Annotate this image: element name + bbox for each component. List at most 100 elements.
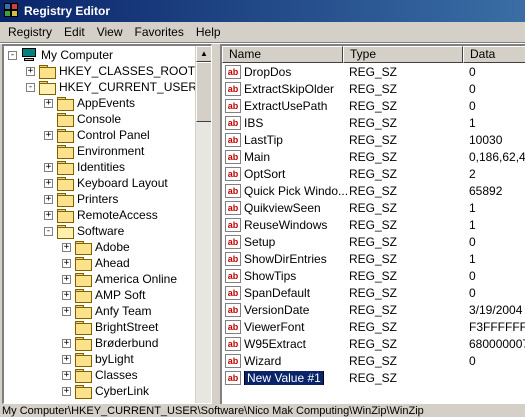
- value-data: 1: [469, 200, 476, 215]
- value-row[interactable]: ab SpanDefault REG_SZ 0: [222, 284, 525, 301]
- value-row[interactable]: ab VersionDate REG_SZ 3/19/2004: [222, 301, 525, 318]
- tree-item-appevents[interactable]: + AppEvents: [44, 95, 135, 111]
- expand-icon[interactable]: +: [62, 354, 71, 364]
- value-row[interactable]: ab ReuseWindows REG_SZ 1: [222, 216, 525, 233]
- key-tree[interactable]: - My Computer + HKEY_CLASSES_ROOT - HKEY_CURR…: [2, 44, 212, 404]
- value-row[interactable]: ab OptSort REG_SZ 2: [222, 165, 525, 182]
- string-value-icon: ab: [225, 200, 241, 215]
- tree-item-cyberlink[interactable]: + CyberLink: [62, 383, 149, 399]
- tree-item-software[interactable]: - Software: [44, 223, 124, 239]
- tree-item-identities[interactable]: + Identities: [44, 159, 125, 175]
- menu-view[interactable]: View: [91, 25, 129, 39]
- value-row[interactable]: abMain REG_SZ 0,186,62,42: [222, 148, 525, 165]
- expand-icon[interactable]: +: [44, 194, 53, 204]
- value-row[interactable]: ab Wizard REG_SZ 0: [222, 352, 525, 369]
- expand-icon[interactable]: +: [44, 162, 53, 172]
- menu-favorites[interactable]: Favorites: [129, 25, 190, 39]
- collapse-icon[interactable]: -: [44, 226, 53, 236]
- value-name: ExtractSkipOlder: [244, 81, 335, 96]
- column-header-data[interactable]: Data: [463, 46, 525, 63]
- computer-icon: [21, 48, 37, 62]
- expand-icon[interactable]: +: [62, 290, 71, 300]
- tree-item-label: My Computer: [41, 48, 114, 62]
- expand-icon[interactable]: +: [62, 274, 71, 284]
- value-row[interactable]: ab LastTip REG_SZ 10030: [222, 131, 525, 148]
- tree-item-console[interactable]: Console: [44, 111, 121, 127]
- expand-icon[interactable]: +: [62, 370, 71, 380]
- menu-edit[interactable]: Edit: [58, 25, 91, 39]
- value-name: New Value #1: [244, 370, 364, 385]
- tree-item-br-derbund[interactable]: + Brøderbund: [62, 335, 158, 351]
- value-row[interactable]: ab ShowTips REG_SZ 0: [222, 267, 525, 284]
- string-value-icon: ab: [225, 81, 241, 96]
- value-row[interactable]: ab ExtractSkipOlder REG_SZ 0: [222, 80, 525, 97]
- expand-icon[interactable]: +: [62, 306, 71, 316]
- expand-icon[interactable]: +: [44, 130, 53, 140]
- expand-icon[interactable]: +: [44, 178, 53, 188]
- values-list[interactable]: Name Type Data ab DropDos REG_SZ 0 ab Extract…: [220, 44, 525, 404]
- tree-item-anfy-team[interactable]: + Anfy Team: [62, 303, 151, 319]
- menu-help[interactable]: Help: [190, 25, 227, 39]
- value-row[interactable]: ab IBS REG_SZ 1: [222, 114, 525, 131]
- tree-item-environment[interactable]: Environment: [44, 143, 144, 159]
- value-data: 0: [469, 98, 476, 113]
- value-type: REG_SZ: [349, 64, 398, 79]
- value-data: F3FFFFFF00: [469, 319, 525, 334]
- tree-item-printers[interactable]: + Printers: [44, 191, 118, 207]
- value-row[interactable]: ab ShowDirEntries REG_SZ 1: [222, 250, 525, 267]
- value-name: ViewerFont: [244, 319, 305, 334]
- tree-item-classes[interactable]: + Classes: [62, 367, 138, 383]
- scroll-up-arrow-icon[interactable]: ▲: [196, 46, 211, 62]
- scroll-thumb[interactable]: [196, 62, 211, 122]
- tree-item-remoteaccess[interactable]: + RemoteAccess: [44, 207, 158, 223]
- value-type: REG_SZ: [349, 115, 398, 130]
- expand-icon[interactable]: +: [62, 258, 71, 268]
- tree-item-control-panel[interactable]: + Control Panel: [44, 127, 150, 143]
- expand-icon[interactable]: +: [62, 386, 71, 396]
- tree-item-ahead[interactable]: + Ahead: [62, 255, 130, 271]
- value-type: REG_SZ: [349, 81, 398, 96]
- value-type: REG_SZ: [349, 217, 398, 232]
- tree-item-hkey-current-user[interactable]: - HKEY_CURRENT_USER: [26, 79, 197, 95]
- string-value-icon: ab: [225, 319, 241, 334]
- expand-icon[interactable]: +: [62, 242, 71, 252]
- value-type: REG_SZ: [349, 234, 398, 249]
- folder-icon: [57, 192, 74, 207]
- expand-icon[interactable]: +: [44, 210, 53, 220]
- value-row[interactable]: ab Quick Pick Windo... REG_SZ 65892: [222, 182, 525, 199]
- collapse-icon[interactable]: -: [8, 50, 17, 60]
- value-row[interactable]: ab QuikviewSeen REG_SZ 1: [222, 199, 525, 216]
- collapse-icon[interactable]: -: [26, 82, 35, 92]
- value-row[interactable]: abW95Extract REG_SZ 6800000078: [222, 335, 525, 352]
- tree-item-adobe[interactable]: + Adobe: [62, 239, 130, 255]
- tree-item-my-computer[interactable]: - My Computer: [8, 47, 113, 63]
- tree-scrollbar[interactable]: ▲: [195, 46, 211, 403]
- tree-item-america-online[interactable]: + America Online: [62, 271, 177, 287]
- value-type: REG_SZ: [349, 166, 398, 181]
- value-name: ShowDirEntries: [244, 251, 327, 266]
- string-value-icon: ab: [225, 166, 241, 181]
- value-row[interactable]: abViewerFont REG_SZ F3FFFFFF00: [222, 318, 525, 335]
- rename-input[interactable]: New Value #1: [244, 370, 325, 385]
- string-value-icon: ab: [225, 183, 241, 198]
- tree-item-hkey-classes-root[interactable]: + HKEY_CLASSES_ROOT: [26, 63, 195, 79]
- string-value-icon: ab: [225, 149, 241, 164]
- expand-icon[interactable]: +: [62, 338, 71, 348]
- tree-item-brightstreet[interactable]: BrightStreet: [62, 319, 158, 335]
- expand-icon[interactable]: +: [44, 98, 53, 108]
- tree-item-bylight[interactable]: + byLight: [62, 351, 134, 367]
- value-row[interactable]: ab New Value #1 REG_SZ: [222, 369, 525, 386]
- column-header-type[interactable]: Type: [343, 46, 463, 63]
- tree-item-keyboard-layout[interactable]: + Keyboard Layout: [44, 175, 168, 191]
- folder-icon: [75, 272, 92, 287]
- value-row[interactable]: ab Setup REG_SZ 0: [222, 233, 525, 250]
- tree-item-amp-soft[interactable]: + AMP Soft: [62, 287, 145, 303]
- expand-icon[interactable]: +: [26, 66, 35, 76]
- value-row[interactable]: ab DropDos REG_SZ 0: [222, 63, 525, 80]
- column-header-name[interactable]: Name: [222, 46, 343, 63]
- menu-registry[interactable]: Registry: [2, 25, 58, 39]
- value-row[interactable]: ab ExtractUsePath REG_SZ 0: [222, 97, 525, 114]
- value-data: 1: [469, 115, 476, 130]
- tree-item-label: Printers: [77, 192, 119, 206]
- title-bar[interactable]: Registry Editor: [0, 0, 525, 22]
